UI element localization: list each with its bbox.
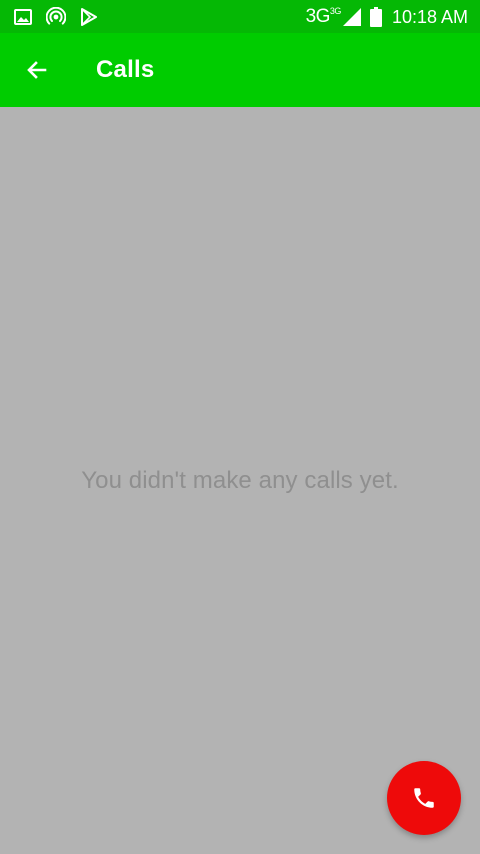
play-store-icon — [80, 8, 97, 26]
battery-icon — [369, 7, 382, 27]
calls-list-empty: You didn't make any calls yet. — [0, 107, 480, 854]
status-notification-icons — [14, 7, 97, 27]
network-type: 3G — [305, 6, 331, 27]
clock: 10:18 AM — [391, 7, 468, 27]
back-button[interactable] — [16, 49, 58, 91]
network-type-superscript: 3G — [329, 6, 342, 16]
phone-icon — [411, 785, 437, 811]
new-call-button[interactable] — [387, 761, 461, 835]
app-bar: Calls — [0, 33, 480, 107]
arrow-left-icon — [25, 58, 49, 82]
signal-icon — [342, 7, 362, 27]
page-title: Calls — [96, 56, 155, 83]
status-system-info: 3G 3G 10:18 AM — [306, 6, 468, 28]
empty-state-message: You didn't make any calls yet. — [81, 467, 399, 494]
network-indicator: 3G 3G — [306, 6, 362, 28]
status-bar: 3G 3G 10:18 AM — [0, 0, 480, 33]
image-icon — [14, 9, 32, 25]
hotspot-icon — [46, 7, 66, 27]
